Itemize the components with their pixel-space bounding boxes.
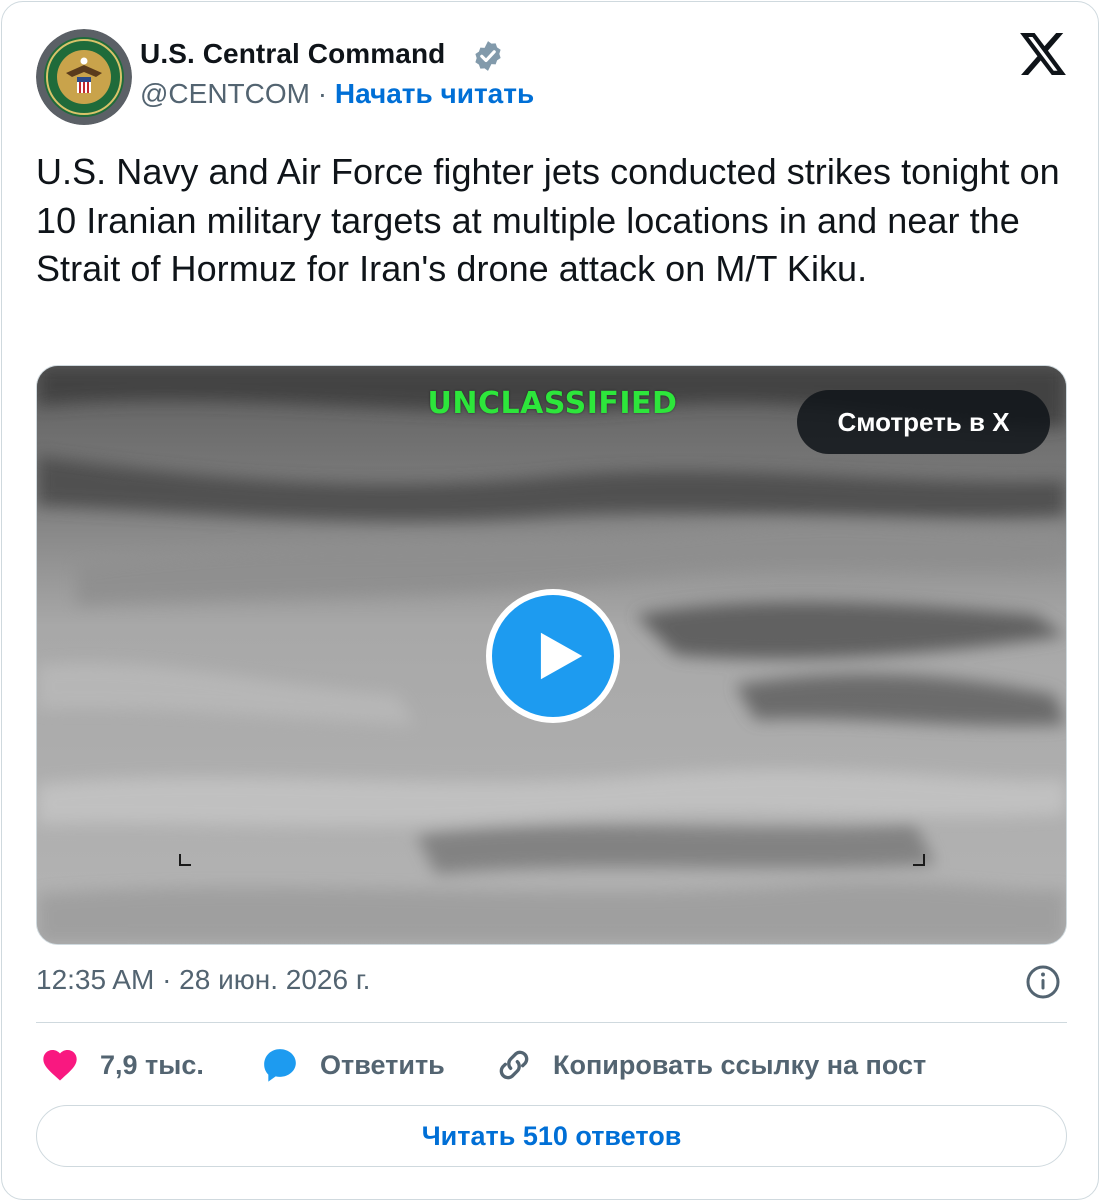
play-button[interactable] [486,589,620,723]
like-button[interactable]: 7,9 тыс. [40,1042,204,1088]
avatar[interactable] [36,29,132,125]
like-count: 7,9 тыс. [100,1049,204,1080]
verified-badge-icon [475,41,501,71]
read-replies-button[interactable]: Читать 510 ответов [36,1105,1067,1167]
copy-link-button[interactable]: Копировать ссылку на пост [494,1042,926,1088]
play-icon [540,632,583,680]
separator-dot: · [317,78,328,109]
tweet-card: U.S. Central Command @CENTCOM · Начать ч… [1,1,1099,1200]
tweet-timestamp[interactable]: 12:35 AM · 28 июн. 2026 г. [36,962,370,998]
tweet-text: U.S. Navy and Air Force fighter jets con… [36,151,1060,289]
heart-icon [43,1050,77,1081]
author-handle-row: @CENTCOM · Начать читать [140,76,534,112]
author-name[interactable]: U.S. Central Command [140,36,445,72]
video-player[interactable]: UNCLASSIFIED Смотреть в X [36,365,1067,945]
reticle-corner [179,854,191,866]
watch-on-x-button[interactable]: Смотреть в X [797,390,1050,454]
x-logo-icon[interactable] [1020,33,1066,75]
link-icon [499,1050,529,1080]
info-icon[interactable] [1025,964,1061,1000]
follow-link[interactable]: Начать читать [335,78,534,109]
divider [36,1022,1067,1023]
reticle-corner [913,854,925,866]
reply-bubble-icon [264,1049,296,1082]
centcom-seal-icon [36,29,132,125]
reply-button[interactable]: Ответить [260,1042,445,1088]
copy-link-label: Копировать ссылку на пост [553,1049,927,1080]
author-handle[interactable]: @CENTCOM [140,78,310,109]
reply-label: Ответить [320,1049,445,1080]
